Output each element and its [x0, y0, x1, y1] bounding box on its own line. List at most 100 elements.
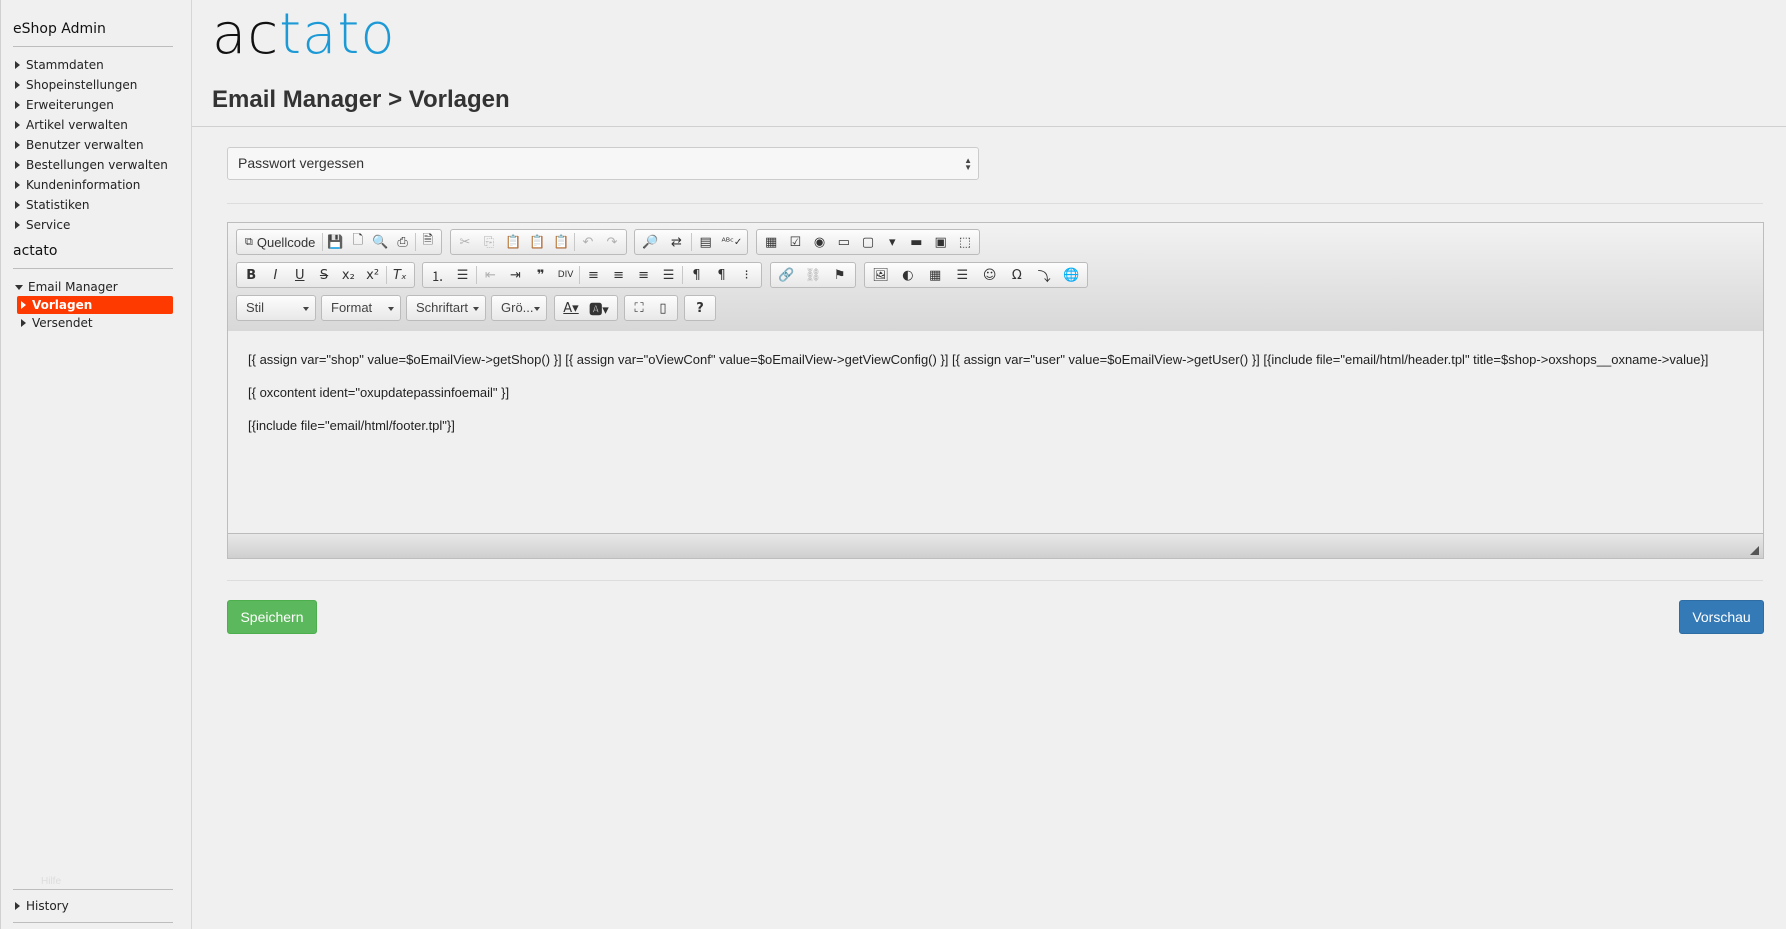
paste-word-icon[interactable]: 📋 — [549, 231, 573, 253]
sidebar-item-artikel[interactable]: Artikel verwalten — [15, 116, 128, 134]
actato-logo: actato — [212, 2, 396, 67]
templates-icon[interactable]: 🗎 — [417, 231, 439, 253]
format-combo[interactable]: Format — [321, 295, 401, 321]
redo-icon[interactable]: ↷ — [600, 231, 624, 253]
sidebar-item-stammdaten[interactable]: Stammdaten — [15, 56, 104, 74]
sidebar-divider — [13, 268, 173, 269]
select-field-icon[interactable]: ▾ — [880, 231, 904, 253]
textarea-icon[interactable]: ▢ — [856, 231, 880, 253]
image-button-icon[interactable]: ▣ — [929, 231, 953, 253]
underline-icon[interactable]: U — [288, 264, 312, 286]
blockquote-icon[interactable]: ❞ — [528, 264, 553, 286]
undo-icon[interactable]: ↶ — [576, 231, 600, 253]
sidebar-item-history[interactable]: History — [15, 897, 69, 915]
table-icon[interactable]: ▦ — [922, 264, 949, 286]
page-break-icon[interactable]: ⤵ — [1031, 264, 1058, 286]
align-justify-icon[interactable]: ☰ — [656, 264, 681, 286]
divider — [227, 580, 1763, 581]
cut-icon[interactable]: ✂ — [453, 231, 477, 253]
sidebar-item-service[interactable]: Service — [15, 216, 70, 234]
smiley-icon[interactable]: ☺ — [976, 264, 1003, 286]
strike-icon[interactable]: S — [312, 264, 336, 286]
paste-text-icon[interactable]: 📋 — [525, 231, 549, 253]
new-page-icon[interactable]: 🗋 — [347, 231, 369, 253]
superscript-icon[interactable]: x² — [360, 264, 384, 286]
sidebar-item-benutzer[interactable]: Benutzer verwalten — [15, 136, 144, 154]
textfield-icon[interactable]: ▭ — [832, 231, 856, 253]
toolbar-group-editing: 🔎 ⇄ ▤ ᴬᴮᶜ✓ — [634, 229, 748, 255]
show-blocks-icon[interactable]: ▯ — [651, 297, 675, 319]
special-char-icon[interactable]: Ω — [1003, 264, 1030, 286]
font-combo[interactable]: Schriftart — [406, 295, 486, 321]
copy-icon[interactable]: ⎘ — [477, 231, 501, 253]
select-all-icon[interactable]: ▤ — [692, 231, 718, 253]
div-icon[interactable]: DIV — [553, 264, 578, 286]
maximize-icon[interactable]: ⛶ — [627, 297, 651, 319]
main-content: actato Email Manager > Vorlagen Passwort… — [192, 0, 1786, 929]
sidebar-item-vorlagen[interactable]: Vorlagen — [17, 296, 173, 314]
numbered-list-icon[interactable]: ⒈ — [425, 264, 450, 286]
editor-toolbar: ⧉ Quellcode 💾 🗋 🔍 ⎙ 🗎 ✂ ⎘ 📋 📋 📋 ↶ ↷ 🔎 ⇄ … — [228, 223, 1763, 332]
paste-icon[interactable]: 📋 — [501, 231, 525, 253]
replace-icon[interactable]: ⇄ — [663, 231, 689, 253]
rtl-icon[interactable]: ¶ — [709, 264, 734, 286]
flash-icon[interactable]: ◐ — [894, 264, 921, 286]
chevron-right-icon — [15, 221, 20, 229]
sidebar-item-statistiken[interactable]: Statistiken — [15, 196, 90, 214]
template-select[interactable]: Passwort vergessen ▲ ▼ — [227, 147, 979, 180]
button-icon[interactable]: ▬ — [904, 231, 928, 253]
preview-button[interactable]: Vorschau — [1679, 600, 1764, 634]
resize-handle-icon[interactable] — [1750, 546, 1759, 555]
radio-icon[interactable]: ◉ — [807, 231, 831, 253]
sidebar: eShop Admin Stammdaten Shopeinstellungen… — [0, 0, 192, 929]
text-color-icon[interactable]: A▾ — [557, 297, 585, 319]
spellcheck-icon[interactable]: ᴬᴮᶜ✓ — [719, 231, 745, 253]
sidebar-item-shopeinstellungen[interactable]: Shopeinstellungen — [15, 76, 137, 94]
chevron-right-icon — [15, 201, 20, 209]
chevron-right-icon — [15, 61, 20, 69]
image-icon[interactable]: 🖼 — [867, 264, 894, 286]
form-icon[interactable]: ▦ — [759, 231, 783, 253]
italic-icon[interactable]: I — [263, 264, 287, 286]
chevron-right-icon — [15, 121, 20, 129]
align-center-icon[interactable]: ≡ — [606, 264, 631, 286]
indent-icon[interactable]: ⇥ — [503, 264, 528, 286]
bold-icon[interactable]: B — [239, 264, 263, 286]
editor-content[interactable]: [{ assign var="shop" value=$oEmailView->… — [228, 331, 1763, 533]
find-icon[interactable]: 🔎 — [637, 231, 663, 253]
bulleted-list-icon[interactable]: ☰ — [450, 264, 475, 286]
sidebar-item-versendet[interactable]: Versendet — [17, 314, 173, 332]
sidebar-item-kundeninformation[interactable]: Kundeninformation — [15, 176, 140, 194]
save-icon[interactable]: 💾 — [324, 231, 346, 253]
checkbox-icon[interactable]: ☑ — [783, 231, 807, 253]
chevron-down-icon — [473, 307, 479, 311]
print-icon[interactable]: ⎙ — [391, 231, 413, 253]
sidebar-group-email-manager[interactable]: Email Manager — [15, 278, 118, 296]
bg-color-icon[interactable]: 🅰▾ — [585, 297, 613, 319]
toolbar-group-paragraph: ⒈ ☰ ⇤ ⇥ ❞ DIV ≡ ≡ ≡ ☰ ¶ ¶ ⁝ — [422, 262, 762, 288]
preview-icon[interactable]: 🔍 — [369, 231, 391, 253]
size-combo[interactable]: Grö... — [491, 295, 547, 321]
horizontal-rule-icon[interactable]: ☰ — [949, 264, 976, 286]
save-button[interactable]: Speichern — [227, 600, 317, 634]
iframe-icon[interactable]: 🌐 — [1058, 264, 1085, 286]
remove-format-icon[interactable]: Tₓ — [388, 264, 412, 286]
language-icon[interactable]: ⁝ — [734, 264, 759, 286]
toolbar-group-links: 🔗 ⛓ ⚑ — [770, 262, 856, 288]
chevron-down-icon — [534, 307, 540, 311]
source-button[interactable]: ⧉ Quellcode — [239, 231, 321, 253]
ltr-icon[interactable]: ¶ — [684, 264, 709, 286]
sidebar-item-bestellungen[interactable]: Bestellungen verwalten — [15, 156, 168, 174]
align-left-icon[interactable]: ≡ — [581, 264, 606, 286]
outdent-icon[interactable]: ⇤ — [478, 264, 503, 286]
sidebar-item-erweiterungen[interactable]: Erweiterungen — [15, 96, 114, 114]
subscript-icon[interactable]: x₂ — [336, 264, 360, 286]
hidden-field-icon[interactable]: ⬚ — [953, 231, 977, 253]
help-icon[interactable]: ? — [687, 297, 713, 319]
style-combo[interactable]: Stil — [236, 295, 316, 321]
anchor-icon[interactable]: ⚑ — [826, 264, 853, 286]
link-icon[interactable]: 🔗 — [773, 264, 800, 286]
unlink-icon[interactable]: ⛓ — [800, 264, 827, 286]
help-link[interactable]: Hilfe — [41, 876, 61, 887]
align-right-icon[interactable]: ≡ — [631, 264, 656, 286]
